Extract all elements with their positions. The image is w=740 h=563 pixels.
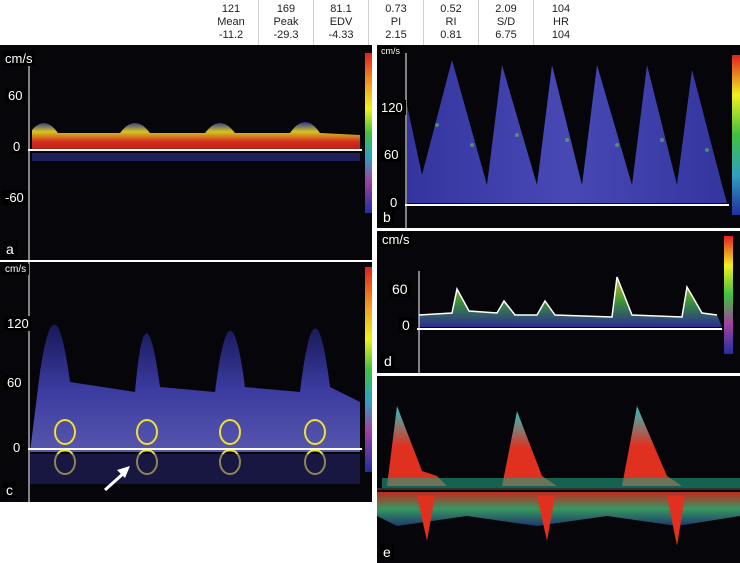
stat-value-top: 81.1 [330, 3, 352, 15]
panel-letter: c [3, 482, 16, 498]
stat-ri: 0.52 RI 0.81 [423, 0, 478, 45]
unit-label: cm/s [379, 232, 413, 247]
stat-peak: 169 Peak -29.3 [258, 0, 313, 45]
tick-label: 0 [10, 139, 24, 154]
stat-mean: 121 Mean -11.2 [204, 0, 258, 45]
stat-value-top: 2.09 [495, 3, 517, 15]
doppler-panel-b: cm/s 120 60 0 b [377, 45, 740, 228]
doppler-panel-c: cm/s 120 60 0 c [0, 262, 372, 502]
stat-sd: 2.09 S/D 6.75 [478, 0, 533, 45]
tick-label: 0 [10, 440, 24, 455]
stat-pi: 0.73 PI 2.15 [368, 0, 423, 45]
tick-label: 60 [381, 147, 402, 162]
unit-label: cm/s [378, 46, 403, 56]
stat-value-bottom: 0.81 [440, 29, 462, 41]
tick-label: 60 [389, 281, 411, 297]
tick-label: -60 [2, 190, 27, 205]
panel-letter: e [380, 544, 394, 560]
stat-value-bottom: 6.75 [495, 29, 517, 41]
doppler-panel-d: cm/s 60 0 d [377, 231, 740, 373]
stat-value-bottom: 104 [551, 29, 571, 41]
stat-value-top: 104 [551, 3, 571, 15]
stat-value-top: 169 [276, 3, 296, 15]
panel-letter: d [381, 353, 395, 369]
doppler-panel-e: e [377, 376, 740, 563]
stat-value-top: 0.73 [385, 3, 407, 15]
doppler-panel-a: cm/s 60 0 -60 a [0, 45, 372, 260]
tick-label: 0 [387, 195, 401, 210]
tick-label: 120 [4, 316, 32, 331]
stat-value-top: 0.52 [440, 3, 462, 15]
stat-value-bottom: 2.15 [385, 29, 407, 41]
tick-label: 0 [399, 317, 413, 333]
stat-name: Peak [273, 16, 299, 28]
tick-label: 60 [4, 375, 25, 390]
spectrum-c [28, 262, 372, 502]
stat-edv: 81.1 EDV -4.33 [313, 0, 368, 45]
unit-label: cm/s [2, 264, 30, 275]
stat-name: Mean [217, 16, 245, 28]
stat-hr: 104 HR 104 [533, 0, 588, 45]
stats-table: 121 Mean -11.2 169 Peak -29.3 81.1 EDV -… [204, 0, 586, 45]
tick-label: 120 [378, 100, 406, 115]
stat-value-bottom: -11.2 [218, 29, 244, 41]
panel-letter: b [380, 209, 394, 225]
spectrum-b [405, 53, 740, 228]
stat-name: PI [390, 16, 402, 28]
stat-name: EDV [329, 16, 353, 28]
stat-name: HR [553, 16, 569, 28]
stat-value-bottom: -29.3 [273, 29, 299, 41]
stat-name: RI [445, 16, 457, 28]
spectrum-a [28, 53, 372, 260]
spectrum-e [377, 406, 740, 546]
unit-label: cm/s [2, 51, 36, 66]
spectrum-d [417, 236, 733, 373]
tick-label: 60 [5, 88, 26, 103]
stat-value-top: 121 [221, 3, 241, 15]
panel-letter: a [3, 241, 17, 257]
stat-value-bottom: -4.33 [328, 29, 354, 41]
stat-name: S/D [496, 16, 516, 28]
